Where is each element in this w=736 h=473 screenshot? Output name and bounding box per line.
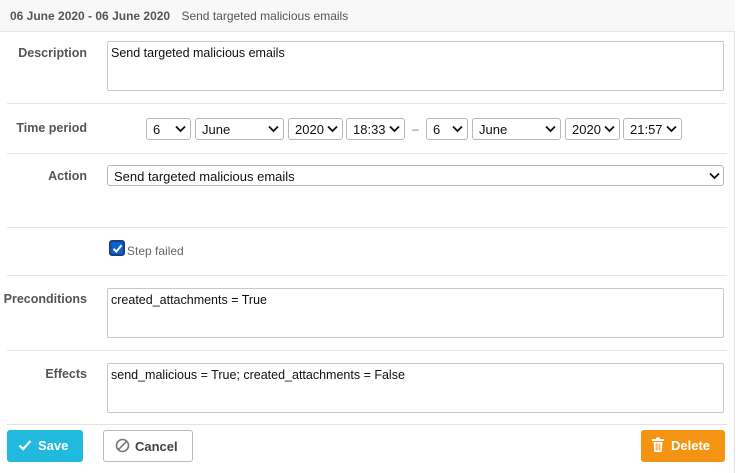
start-time-select[interactable]: 18:33 <box>346 118 405 140</box>
chevron-down-icon <box>175 125 186 133</box>
start-year-value: 2020 <box>295 122 324 137</box>
end-year-select[interactable]: 2020 <box>565 118 620 140</box>
chevron-down-icon <box>709 172 720 180</box>
check-icon <box>18 440 32 451</box>
description-label: Description <box>18 46 87 60</box>
end-time-value: 21:57 <box>630 122 663 137</box>
delete-label: Delete <box>671 438 711 453</box>
chevron-down-icon <box>327 125 338 133</box>
chevron-down-icon <box>666 125 677 133</box>
preconditions-row: Preconditions <box>4 276 727 351</box>
start-day-select[interactable]: 6 <box>146 118 191 140</box>
description-field[interactable] <box>107 41 724 91</box>
save-label: Save <box>38 438 69 453</box>
header-event-name: Send targeted malicious emails <box>181 9 349 23</box>
end-year-value: 2020 <box>572 122 601 137</box>
time-range-separator: – <box>412 122 419 136</box>
effects-field[interactable] <box>107 363 724 413</box>
effects-label: Effects <box>45 367 87 381</box>
ban-icon <box>115 438 130 453</box>
start-time-value: 18:33 <box>353 122 386 137</box>
step-failed-row: Step failed <box>7 228 727 276</box>
chevron-down-icon <box>452 125 463 133</box>
delete-button[interactable]: Delete <box>641 430 725 462</box>
panel-header: 06 June 2020 - 06 June 2020 Send targete… <box>0 0 735 32</box>
effects-row: Effects <box>7 351 727 425</box>
action-value: Send targeted malicious emails <box>114 169 295 184</box>
step-failed-checkbox[interactable] <box>109 240 125 256</box>
chevron-down-icon <box>545 125 556 133</box>
end-day-value: 6 <box>433 122 441 137</box>
action-row: Action Send targeted malicious emails <box>7 154 727 228</box>
end-time-select[interactable]: 21:57 <box>623 118 682 140</box>
header-date-range: 06 June 2020 - 06 June 2020 <box>10 9 171 23</box>
preconditions-field[interactable] <box>107 288 724 338</box>
step-failed-label: Step failed <box>127 244 184 258</box>
action-select[interactable]: Send targeted malicious emails <box>107 165 724 186</box>
end-day-select[interactable]: 6 <box>426 118 468 140</box>
start-year-select[interactable]: 2020 <box>288 118 343 140</box>
save-button[interactable]: Save <box>7 430 83 462</box>
checkmark-icon <box>112 244 123 253</box>
start-month-select[interactable]: June <box>195 118 284 140</box>
end-month-select[interactable]: June <box>472 118 561 140</box>
cancel-label: Cancel <box>135 439 178 454</box>
preconditions-label: Preconditions <box>3 292 87 306</box>
cancel-button[interactable]: Cancel <box>103 430 193 462</box>
action-label: Action <box>48 169 87 183</box>
description-row: Description <box>7 32 727 104</box>
panel-footer: Save Cancel Delete <box>0 425 735 473</box>
chevron-down-icon <box>268 125 279 133</box>
start-month-value: June <box>202 122 231 137</box>
time-period-row: Time period 6 June 2020 18:33 – 6 June 2… <box>7 104 727 154</box>
chevron-down-icon <box>604 125 615 133</box>
time-period-controls: 6 June 2020 18:33 – 6 June 2020 21:57 <box>7 118 727 142</box>
chevron-down-icon <box>389 125 400 133</box>
event-edit-panel: 06 June 2020 - 06 June 2020 Send targete… <box>0 0 735 473</box>
trash-icon <box>652 437 664 452</box>
end-month-value: June <box>479 122 508 137</box>
start-day-value: 6 <box>153 122 161 137</box>
